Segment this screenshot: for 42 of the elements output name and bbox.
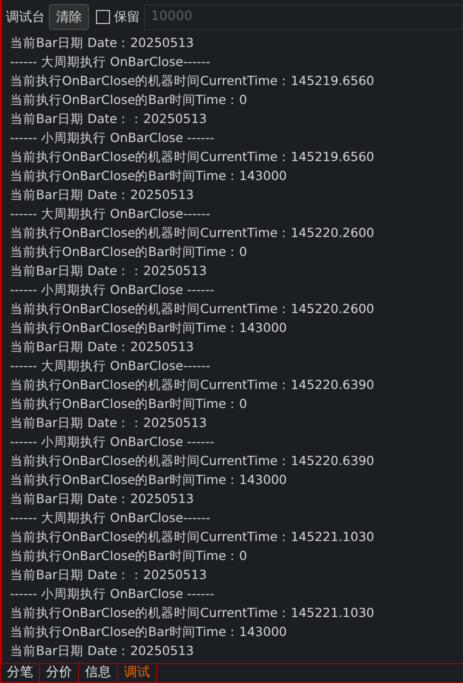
log-line: 当前Bar日期 Date：：20250513 <box>10 566 208 584</box>
keep-label: 保留 <box>114 8 140 26</box>
log-line: 当前Bar日期 Date：：20250513 <box>10 414 208 432</box>
log-line: 当前执行OnBarClose的Bar时间Time：143000 <box>10 167 288 185</box>
keep-checkbox[interactable] <box>96 10 110 24</box>
log-line: 当前Bar日期 Date：20250513 <box>10 186 195 204</box>
log-line: 当前执行OnBarClose的机器时间CurrentTime：145221.1030 <box>10 604 376 622</box>
log-line: 当前执行OnBarClose的Bar时间Time：0 <box>10 91 248 109</box>
log-line: 当前执行OnBarClose的Bar时间Time：143000 <box>10 471 288 489</box>
clear-button[interactable]: 清除 <box>49 4 89 30</box>
tab[interactable]: 分价 <box>40 664 79 682</box>
log-line: 当前执行OnBarClose的Bar时间Time：0 <box>10 547 248 565</box>
log-line: 当前执行OnBarClose的机器时间CurrentTime：145220.6390 <box>10 452 376 470</box>
log-line: 当前执行OnBarClose的Bar时间Time：143000 <box>10 319 288 337</box>
log-line: 当前执行OnBarClose的机器时间CurrentTime：145220.2600 <box>10 224 376 242</box>
console-title: 调试台 <box>6 8 45 26</box>
log-line: 当前执行OnBarClose的Bar时间Time：0 <box>10 395 248 413</box>
log-line: ------ 小周期执行 OnBarClose ------ <box>10 129 216 147</box>
log-line: ------ 大周期执行 OnBarClose------ <box>10 205 212 223</box>
log-line: ------ 小周期执行 OnBarClose ------ <box>10 281 216 299</box>
log-line: ------ 大周期执行 OnBarClose------ <box>10 53 212 71</box>
tab[interactable]: 调试 <box>118 664 157 682</box>
log-line: 当前Bar日期 Date：20250513 <box>10 338 195 356</box>
limit-input-field[interactable]: 10000 <box>144 4 463 30</box>
log-line: 当前执行OnBarClose的机器时间CurrentTime：145220.2600 <box>10 300 376 318</box>
log-line: ------ 大周期执行 OnBarClose------ <box>10 357 212 375</box>
tab[interactable]: 信息 <box>79 664 118 682</box>
log-line: 当前执行OnBarClose的Bar时间Time：0 <box>10 243 248 261</box>
log-line: 当前执行OnBarClose的机器时间CurrentTime：145219.6560 <box>10 72 376 90</box>
log-line: 当前Bar日期 Date：：20250513 <box>10 262 208 280</box>
log-line: 当前Bar日期 Date：：20250513 <box>10 110 208 128</box>
tab[interactable]: 分笔 <box>1 664 40 682</box>
log-line: 当前Bar日期 Date：20250513 <box>10 642 195 660</box>
log-line: 当前执行OnBarClose的机器时间CurrentTime：145219.6560 <box>10 148 376 166</box>
log-line: 当前执行OnBarClose的Bar时间Time：143000 <box>10 623 288 641</box>
log-line: 当前Bar日期 Date：20250513 <box>10 34 195 52</box>
log-line: ------ 小周期执行 OnBarClose ------ <box>10 585 216 603</box>
log-line: 当前执行OnBarClose的机器时间CurrentTime：145220.6390 <box>10 376 376 394</box>
log-line: ------ 大周期执行 OnBarClose------ <box>10 509 212 527</box>
log-line: ------ 小周期执行 OnBarClose ------ <box>10 433 216 451</box>
log-line: 当前执行OnBarClose的机器时间CurrentTime：145221.1030 <box>10 528 376 546</box>
log-line: 当前Bar日期 Date：20250513 <box>10 490 195 508</box>
